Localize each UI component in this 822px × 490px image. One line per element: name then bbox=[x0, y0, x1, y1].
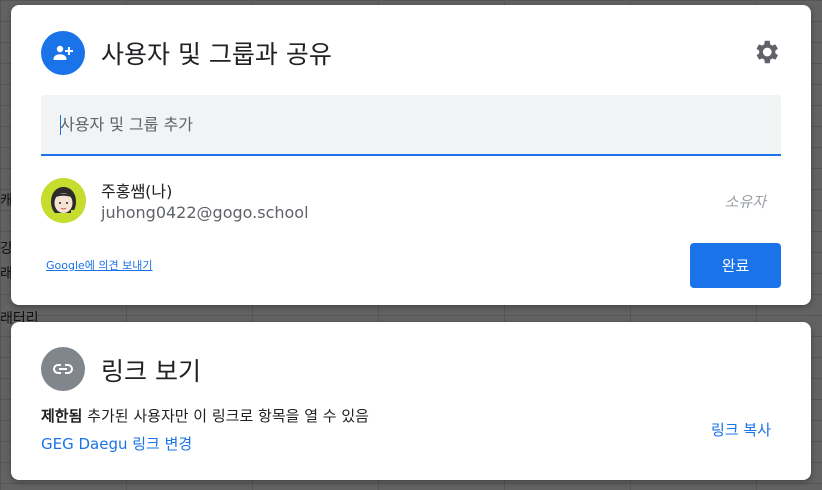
gear-icon[interactable] bbox=[751, 37, 781, 67]
user-email: juhong0422@gogo.school bbox=[101, 203, 309, 222]
user-row: 주홍쌤(나) juhong0422@gogo.school 소유자 bbox=[41, 176, 781, 228]
share-dialog-title: 사용자 및 그룹과 공유 bbox=[101, 40, 332, 69]
change-link-button[interactable]: GEG Daegu 링크 변경 bbox=[41, 433, 192, 454]
restriction-text: 추가된 사용자만 이 링크로 항목을 열 수 있음 bbox=[82, 407, 369, 425]
feedback-link[interactable]: Google에 의견 보내기 bbox=[46, 257, 153, 273]
text-caret bbox=[60, 115, 61, 135]
role-label: 소유자 bbox=[724, 193, 766, 211]
add-people-input[interactable] bbox=[41, 95, 781, 154]
link-icon bbox=[41, 347, 85, 391]
done-button[interactable]: 완료 bbox=[690, 243, 781, 288]
link-dialog-title: 링크 보기 bbox=[101, 357, 201, 386]
add-people-field[interactable] bbox=[41, 95, 781, 156]
avatar bbox=[41, 178, 86, 223]
user-name: 주홍쌤(나) bbox=[101, 182, 173, 201]
link-dialog: 링크 보기 제한됨 추가된 사용자만 이 링크로 항목을 열 수 있음 GEG … bbox=[11, 322, 811, 480]
add-person-icon bbox=[41, 31, 85, 75]
restriction-status: 제한됨 bbox=[41, 407, 83, 425]
copy-link-button[interactable]: 링크 복사 bbox=[711, 419, 771, 440]
share-dialog: 사용자 및 그룹과 공유 주홍쌤(나) juhong0422@gogo.scho… bbox=[11, 5, 811, 305]
restriction-description: 제한됨 추가된 사용자만 이 링크로 항목을 열 수 있음 bbox=[41, 405, 369, 426]
